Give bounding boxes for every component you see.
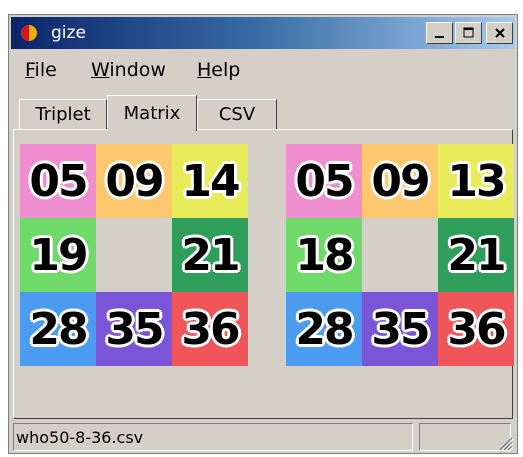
- close-button[interactable]: [486, 22, 513, 44]
- matrix-cell: 28: [20, 292, 96, 366]
- matrix-cell: 36: [438, 292, 514, 366]
- resize-grip-icon[interactable]: [497, 435, 513, 451]
- title-bar[interactable]: gize: [11, 17, 515, 49]
- app-icon: [21, 25, 37, 41]
- matrix-cell: 18: [286, 218, 362, 292]
- matrix-left: 05 09 14 19 21 28 35 36: [20, 144, 248, 366]
- matrix-cell: 36: [172, 292, 248, 366]
- close-icon: [494, 28, 505, 38]
- matrix-right: 05 09 13 18 21 28 35 36: [286, 144, 514, 366]
- maximize-icon: [463, 27, 473, 38]
- matrix-cell: 14: [172, 144, 248, 218]
- matrix-cell: 09: [96, 144, 172, 218]
- tab-matrix[interactable]: Matrix: [107, 95, 197, 131]
- matrix-cell: [362, 218, 438, 292]
- minimize-button[interactable]: [426, 22, 453, 44]
- tab-triplet[interactable]: Triplet: [19, 99, 107, 129]
- matrix-cell: 05: [286, 144, 362, 218]
- menu-bar: File Window Help: [13, 55, 513, 85]
- matrix-panel: 05 09 14 19 21 28 35 36 05 09 13 18 21 28 35 36: [13, 129, 514, 419]
- app-window: gize File Window Help Triplet Matrix CSV…: [8, 14, 518, 454]
- matrix-cell: 13: [438, 144, 514, 218]
- matrix-cell: 05: [20, 144, 96, 218]
- menu-file[interactable]: File: [25, 59, 57, 81]
- matrix-cell: 19: [20, 218, 96, 292]
- matrix-cell: 21: [438, 218, 514, 292]
- maximize-button[interactable]: [455, 22, 482, 44]
- menu-help[interactable]: Help: [197, 59, 240, 81]
- matrix-cell: 21: [172, 218, 248, 292]
- matrix-cell: 09: [362, 144, 438, 218]
- tab-csv[interactable]: CSV: [197, 99, 277, 129]
- menu-window[interactable]: Window: [91, 59, 166, 81]
- status-bar: who50-8-36.csv: [13, 423, 513, 451]
- minimize-icon: [434, 36, 444, 38]
- matrix-cell: [96, 218, 172, 292]
- matrix-cell: 35: [96, 292, 172, 366]
- matrix-cell: 35: [362, 292, 438, 366]
- matrix-cell: 28: [286, 292, 362, 366]
- window-title: gize: [51, 23, 86, 43]
- status-filename: who50-8-36.csv: [13, 423, 413, 451]
